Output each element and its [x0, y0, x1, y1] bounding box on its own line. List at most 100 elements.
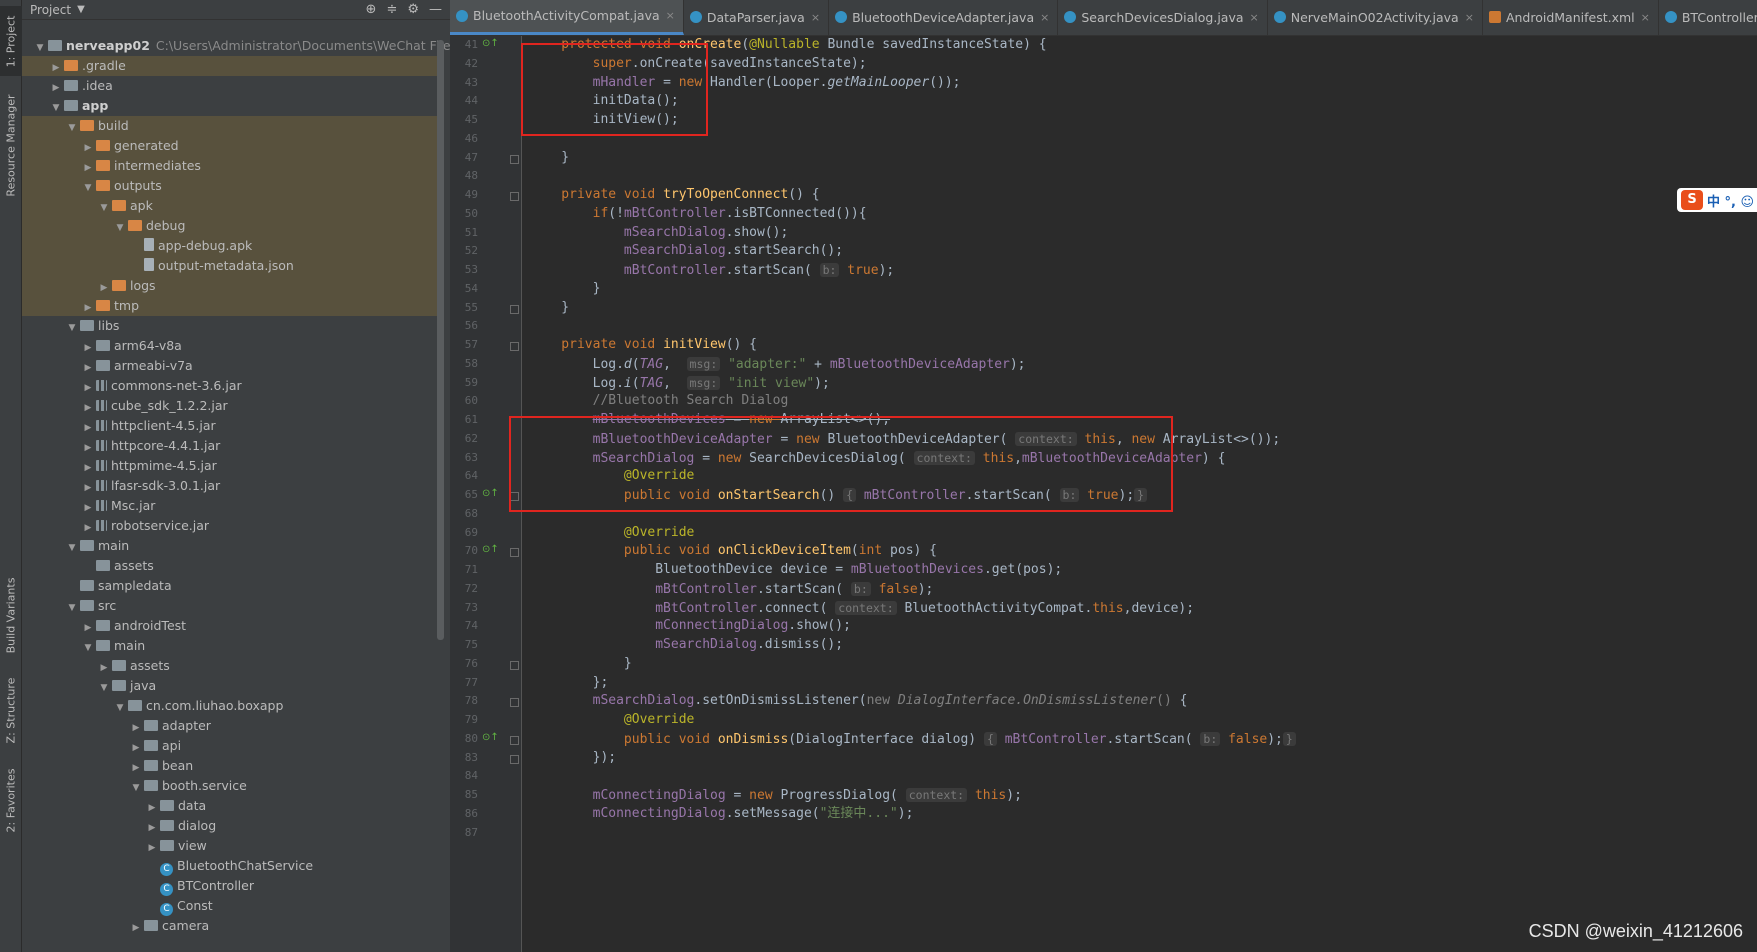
close-tab-icon[interactable]: × [666, 9, 675, 22]
override-marker-icon[interactable]: ⊙↑ [482, 38, 499, 49]
code-line[interactable]: } [530, 298, 569, 318]
tree-node[interactable]: ▶ bean [22, 756, 442, 776]
tree-node[interactable]: output-metadata.json [22, 256, 442, 276]
fold-icon[interactable] [510, 735, 519, 745]
tree-node[interactable]: ▶ androidTest [22, 616, 442, 636]
code-line[interactable]: mBtController.startScan( b: false); [530, 579, 933, 599]
collapsed-arrow-icon[interactable]: ▶ [50, 58, 62, 78]
code-line[interactable]: @Override [530, 523, 694, 543]
tree-node[interactable]: ▼ build [22, 116, 442, 136]
code-line[interactable]: mSearchDialog.show(); [530, 223, 788, 243]
editor-tab[interactable]: AndroidManifest.xml × [1483, 0, 1659, 35]
collapsed-arrow-icon[interactable]: ▶ [82, 618, 94, 638]
tree-node[interactable]: ▶ assets [22, 656, 442, 676]
expanded-arrow-icon[interactable]: ▼ [98, 198, 110, 218]
tree-node[interactable]: ▶ commons-net-3.6.jar [22, 376, 442, 396]
expanded-arrow-icon[interactable]: ▼ [114, 698, 126, 718]
override-marker-icon[interactable]: ⊙↑ [482, 488, 499, 499]
collapsed-arrow-icon[interactable]: ▶ [82, 338, 94, 358]
expanded-arrow-icon[interactable]: ▼ [50, 98, 62, 118]
editor-tab[interactable]: NerveMainO02Activity.java × [1268, 0, 1483, 35]
tree-node[interactable]: C Const [22, 896, 442, 916]
code-line[interactable]: if(!mBtController.isBTConnected()){ [530, 204, 867, 224]
expanded-arrow-icon[interactable]: ▼ [82, 638, 94, 658]
resource-manager-tool-tab[interactable]: Resource Manager [0, 90, 22, 200]
fold-icon[interactable] [510, 548, 519, 558]
collapsed-arrow-icon[interactable]: ▶ [130, 738, 142, 758]
expanded-arrow-icon[interactable]: ▼ [130, 778, 142, 798]
collapse-all-icon[interactable]: ≑ [386, 2, 397, 17]
tree-node[interactable]: ▶ dialog [22, 816, 442, 836]
fold-icon[interactable] [510, 660, 519, 670]
fold-icon[interactable] [510, 754, 519, 764]
tree-node[interactable]: C BTController [22, 876, 442, 896]
tree-node[interactable]: ▶ cube_sdk_1.2.2.jar [22, 396, 442, 416]
code-line[interactable]: } [530, 279, 601, 299]
tree-node[interactable]: ▶ logs [22, 276, 442, 296]
code-line[interactable]: mConnectingDialog.setMessage("连接中..."); [530, 804, 914, 824]
project-tool-tab[interactable]: 1: Project [0, 6, 22, 76]
collapsed-arrow-icon[interactable]: ▶ [146, 798, 158, 818]
tree-node[interactable]: ▶ view [22, 836, 442, 856]
code-line[interactable]: } [530, 654, 632, 674]
code-line[interactable]: }); [530, 748, 616, 768]
code-line[interactable]: BluetoothDevice device = mBluetoothDevic… [530, 560, 1062, 580]
ime-toolbar[interactable]: S 中 °, ☺ [1677, 188, 1757, 212]
build-variants-tool-tab[interactable]: Build Variants [0, 570, 22, 660]
close-tab-icon[interactable]: × [1465, 11, 1474, 24]
tree-node[interactable]: ▼ libs [22, 316, 442, 336]
editor-tab[interactable]: BTController.java× [1659, 0, 1757, 35]
tree-node[interactable]: ▶ armeabi-v7a [22, 356, 442, 376]
tree-scrollbar[interactable] [437, 40, 444, 640]
tree-node[interactable]: ▼ main [22, 536, 442, 556]
override-marker-icon[interactable]: ⊙↑ [482, 544, 499, 555]
structure-tool-tab[interactable]: Z: Structure [0, 670, 22, 750]
code-line[interactable]: private void initView() { [530, 335, 757, 355]
fold-icon[interactable] [510, 342, 519, 351]
tree-node[interactable]: ▶ httpclient-4.5.jar [22, 416, 442, 436]
collapsed-arrow-icon[interactable]: ▶ [130, 758, 142, 778]
collapsed-arrow-icon[interactable]: ▶ [82, 298, 94, 318]
expanded-arrow-icon[interactable]: ▼ [66, 318, 78, 338]
code-line[interactable]: public void onDismiss(DialogInterface di… [530, 729, 1296, 749]
code-line[interactable]: Log.d(TAG, msg: "adapter:" + mBluetoothD… [530, 354, 1026, 374]
collapsed-arrow-icon[interactable]: ▶ [82, 158, 94, 178]
collapsed-arrow-icon[interactable]: ▶ [130, 918, 142, 938]
code-line[interactable]: private void tryToOpenConnect() { [530, 185, 819, 205]
tree-node[interactable]: ▼ java [22, 676, 442, 696]
tree-node[interactable]: ▶ httpmime-4.5.jar [22, 456, 442, 476]
tree-node[interactable]: ▶ Msc.jar [22, 496, 442, 516]
override-marker-icon[interactable]: ⊙↑ [482, 732, 499, 743]
collapsed-arrow-icon[interactable]: ▶ [82, 378, 94, 398]
expanded-arrow-icon[interactable]: ▼ [114, 218, 126, 238]
tree-node[interactable]: ▼ nerveapp02 C:\Users\Administrator\Docume… [22, 36, 450, 58]
tree-node[interactable]: sampledata [22, 576, 442, 596]
code-line[interactable]: mConnectingDialog.show(); [530, 616, 851, 636]
expanded-arrow-icon[interactable]: ▼ [98, 678, 110, 698]
code-line[interactable]: Log.i(TAG, msg: "init view"); [530, 373, 830, 393]
fold-icon[interactable] [510, 154, 519, 164]
close-tab-icon[interactable]: × [1641, 11, 1650, 24]
minimize-icon[interactable]: — [429, 2, 442, 17]
tree-node[interactable]: ▼ apk [22, 196, 442, 216]
code-line[interactable]: mSearchDialog.dismiss(); [530, 635, 843, 655]
collapsed-arrow-icon[interactable]: ▶ [146, 838, 158, 858]
collapsed-arrow-icon[interactable]: ▶ [82, 418, 94, 438]
tree-node[interactable]: ▶ httpcore-4.4.1.jar [22, 436, 442, 456]
tree-node[interactable]: assets [22, 556, 442, 576]
collapsed-arrow-icon[interactable]: ▶ [82, 518, 94, 538]
code-line[interactable]: } [530, 148, 569, 168]
expanded-arrow-icon[interactable]: ▼ [34, 38, 46, 58]
collapsed-arrow-icon[interactable]: ▶ [82, 398, 94, 418]
editor-tab[interactable]: DataParser.java × [684, 0, 830, 35]
tree-node[interactable]: ▶ robotservice.jar [22, 516, 442, 536]
tree-node[interactable]: ▶ .gradle [22, 56, 442, 76]
code-line[interactable]: }; [530, 673, 609, 693]
fold-icon[interactable] [510, 698, 519, 708]
expanded-arrow-icon[interactable]: ▼ [82, 178, 94, 198]
expanded-arrow-icon[interactable]: ▼ [66, 118, 78, 138]
code-line[interactable]: public void onClickDeviceItem(int pos) { [530, 541, 937, 561]
tree-node[interactable]: ▶ lfasr-sdk-3.0.1.jar [22, 476, 442, 496]
code-line[interactable]: @Override [530, 710, 694, 730]
fold-icon[interactable] [510, 192, 519, 201]
